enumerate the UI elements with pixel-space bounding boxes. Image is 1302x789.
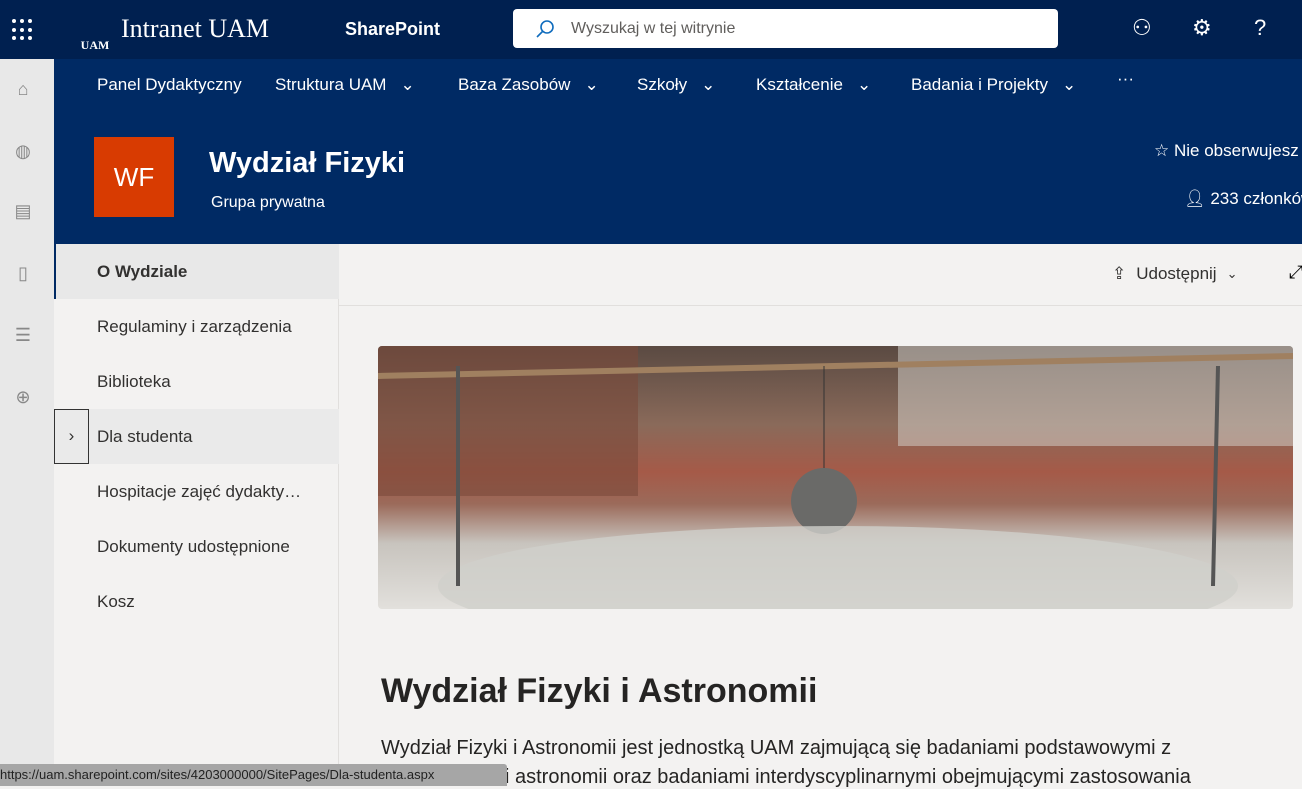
more-icon: ···: [1117, 69, 1134, 88]
members-button[interactable]: 👤︎ 233 członków: [1184, 189, 1302, 209]
nav-panel-dydaktyczny[interactable]: Panel Dydaktyczny: [97, 75, 242, 95]
nav-szkoly[interactable]: Szkoły ⌄: [637, 75, 715, 95]
site-logo-text: WF: [113, 161, 155, 192]
leftnav-biblioteka[interactable]: Biblioteka: [54, 354, 339, 409]
lists-icon[interactable]: ☰: [12, 325, 34, 347]
command-bar: ⇪ Udostępnij ⌄ ⤢: [339, 244, 1302, 306]
chevron-down-icon: ⌄: [856, 75, 872, 94]
chevron-right-icon[interactable]: ›: [54, 409, 89, 464]
nav-label: Szkoły: [637, 75, 688, 94]
home-icon[interactable]: ⌂: [12, 79, 34, 101]
brand-name: Intranet UAM: [121, 14, 270, 43]
page-heading: Wydział Fizyki i Astronomii: [381, 672, 818, 710]
leftnav-hospitacje[interactable]: Hospitacje zajęć dydaktycznych: [54, 464, 339, 519]
expand-icon[interactable]: ⤢: [1289, 262, 1302, 283]
more-button[interactable]: ···: [1117, 69, 1134, 89]
nav-struktura-uam[interactable]: Struktura UAM ⌄: [275, 75, 415, 95]
nav-ksztalcenie[interactable]: Kształcenie ⌄: [756, 75, 871, 95]
chevron-down-icon: ⌄: [1062, 75, 1077, 94]
help-icon[interactable]: ?: [1254, 15, 1266, 41]
leftnav-dla-studenta[interactable]: › Dla studenta: [54, 409, 339, 464]
pendulum-photo: [378, 346, 1293, 609]
search-box[interactable]: Wyszukaj w tej witrynie: [513, 9, 1058, 48]
app-bar: ⌂ ◍ ▤ ▯ ☰ ⊕: [0, 59, 54, 786]
sharepoint-link[interactable]: SharePoint: [345, 19, 440, 40]
chevron-down-icon: ⌄: [701, 75, 716, 94]
follow-label: Nie obserwujesz: [1173, 141, 1299, 160]
files-icon[interactable]: ▯: [12, 263, 34, 285]
status-bar-url: https://uam.sharepoint.com/sites/4203000…: [0, 764, 507, 786]
star-icon: ☆: [1154, 141, 1174, 160]
site-navigation: O Wydziale Regulaminy i zarządzenia Bibl…: [54, 244, 339, 786]
nav-badania[interactable]: Badania i Projekty ⌄: [911, 75, 1076, 95]
person-icon: 👤︎: [1184, 189, 1211, 208]
site-privacy: Grupa prywatna: [211, 194, 325, 211]
nav-label: Kształcenie: [756, 75, 843, 94]
search-input[interactable]: Wyszukaj w tej witrynie: [571, 20, 735, 38]
create-icon[interactable]: ⊕: [12, 387, 34, 409]
share-button[interactable]: ⇪ Udostępnij ⌄: [1112, 264, 1237, 284]
nav-label: Struktura UAM: [275, 75, 387, 94]
site-header: WF Wydział Fizyki Grupa prywatna ☆ Nie o…: [54, 111, 1302, 244]
app-launcher-icon[interactable]: [12, 19, 34, 41]
suite-bar: UAM Intranet UAM SharePoint Wyszukaj w t…: [0, 0, 1302, 59]
chevron-down-icon: ⌄: [400, 75, 415, 94]
uam-crest-icon: UAM: [80, 38, 110, 52]
site-logo[interactable]: WF: [94, 137, 174, 217]
search-icon: [536, 19, 554, 38]
nav-label: Panel Dydaktyczny: [97, 75, 242, 94]
intranet-logo[interactable]: UAM Intranet UAM: [75, 5, 269, 53]
nav-label: Baza Zasobów: [458, 75, 571, 94]
hero-image: [378, 346, 1293, 609]
leftnav-kosz[interactable]: Kosz: [54, 574, 339, 629]
site-title[interactable]: Wydział Fizyki: [209, 147, 405, 180]
follow-button[interactable]: ☆ Nie obserwujesz: [1154, 141, 1299, 161]
hub-navigation: Panel Dydaktyczny Struktura UAM ⌄ Baza Za…: [54, 59, 1302, 111]
feedback-icon[interactable]: ⚇: [1132, 15, 1152, 41]
leftnav-regulaminy[interactable]: Regulaminy i zarządzenia: [54, 299, 339, 354]
nav-baza-zasobow[interactable]: Baza Zasobów ⌄: [458, 75, 599, 95]
share-icon: ⇪: [1112, 264, 1127, 283]
share-label: Udostępnij: [1136, 264, 1217, 283]
leftnav-o-wydziale[interactable]: O Wydziale: [54, 244, 339, 299]
leftnav-label: Dla studenta: [97, 427, 193, 446]
globe-icon[interactable]: ◍: [12, 141, 34, 163]
gear-icon[interactable]: ⚙: [1192, 15, 1212, 41]
nav-label: Badania i Projekty: [911, 75, 1049, 94]
body-text-line: Wydział Fizyki i Astronomii jest jednost…: [381, 737, 1172, 759]
chevron-down-icon: ⌄: [584, 75, 599, 94]
chevron-down-icon: ⌄: [1226, 266, 1238, 281]
members-label: 233 członków: [1210, 189, 1302, 208]
news-icon[interactable]: ▤: [12, 201, 34, 223]
leftnav-dokumenty[interactable]: Dokumenty udostępnione: [54, 519, 339, 574]
